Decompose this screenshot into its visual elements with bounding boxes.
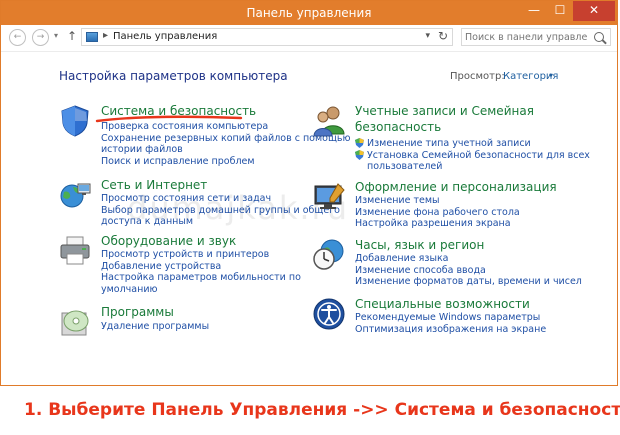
accessibility-icon[interactable]: [312, 297, 346, 331]
search-box[interactable]: [461, 28, 611, 46]
up-arrow-icon[interactable]: ↑: [67, 29, 77, 43]
title-bar[interactable]: Панель управления — ☐ ✕: [1, 1, 617, 25]
breadcrumb-separator-icon[interactable]: ▸: [103, 30, 108, 41]
link-mobility-settings-cont[interactable]: умолчанию: [101, 284, 158, 295]
link-file-history-backup-cont[interactable]: истории файлов: [101, 144, 183, 155]
uac-shield-icon: [355, 150, 364, 160]
close-button[interactable]: ✕: [573, 1, 615, 21]
page-heading: Настройка параметров компьютера: [59, 69, 288, 83]
link-change-background[interactable]: Изменение фона рабочего стола: [355, 207, 520, 218]
link-change-input-method[interactable]: Изменение способа ввода: [355, 265, 486, 276]
category-accounts-title-cont[interactable]: безопасность: [355, 120, 441, 134]
clock-globe-icon[interactable]: [312, 238, 346, 272]
category-appearance-title[interactable]: Оформление и персонализация: [355, 180, 557, 194]
network-globe-icon[interactable]: [58, 178, 92, 212]
back-arrow-icon[interactable]: ←: [9, 29, 26, 46]
category-ease-title[interactable]: Специальные возможности: [355, 297, 530, 311]
monitor-paint-icon[interactable]: [312, 180, 346, 214]
link-change-account-type[interactable]: Изменение типа учетной записи: [367, 138, 531, 149]
link-screen-resolution[interactable]: Настройка разрешения экрана: [355, 218, 511, 229]
link-homegroup-settings-cont[interactable]: доступа к данным: [101, 216, 193, 227]
category-accounts-title[interactable]: Учетные записи и Семейная: [355, 104, 534, 118]
link-optimize-display[interactable]: Оптимизация изображения на экране: [355, 324, 546, 335]
instruction-caption: 1. Выберите Панель Управления ->> Систем…: [24, 400, 620, 420]
maximize-button[interactable]: ☐: [547, 1, 573, 21]
search-icon[interactable]: [594, 32, 604, 42]
recent-locations-icon[interactable]: ▾: [54, 31, 58, 40]
link-mobility-settings[interactable]: Настройка параметров мобильности по: [101, 272, 301, 283]
category-hardware-title[interactable]: Оборудование и звук: [101, 234, 236, 248]
view-by-caret-icon[interactable]: ▾: [549, 71, 553, 80]
minimize-button[interactable]: —: [521, 1, 547, 21]
link-family-safety[interactable]: Установка Семейной безопасности для всех: [367, 150, 590, 161]
breadcrumb-control-panel[interactable]: Панель управления: [113, 31, 217, 42]
link-family-safety-cont[interactable]: пользователей: [367, 161, 442, 172]
link-network-status[interactable]: Просмотр состояния сети и задач: [101, 193, 271, 204]
category-clock-title[interactable]: Часы, язык и регион: [355, 238, 484, 252]
search-input[interactable]: [465, 30, 587, 44]
link-recommended-settings[interactable]: Рекомендуемые Windows параметры: [355, 312, 540, 323]
address-field[interactable]: ▸ Панель управления ▾ ↻: [81, 28, 453, 46]
programs-disc-icon[interactable]: [58, 305, 92, 339]
category-programs-title[interactable]: Программы: [101, 305, 174, 319]
uac-shield-icon: [355, 138, 364, 148]
link-change-theme[interactable]: Изменение темы: [355, 195, 440, 206]
printer-icon[interactable]: [58, 234, 92, 268]
link-find-fix-problems[interactable]: Поиск и исправление проблем: [101, 156, 255, 167]
link-uninstall-program[interactable]: Удаление программы: [101, 321, 209, 332]
forward-arrow-icon[interactable]: →: [32, 29, 49, 46]
shield-icon[interactable]: [58, 104, 92, 138]
address-dropdown-icon[interactable]: ▾: [425, 31, 430, 41]
control-panel-window: Панель управления — ☐ ✕ ← → ▾ ↑ ▸ Панель…: [0, 0, 618, 386]
link-homegroup-settings[interactable]: Выбор параметров домашней группы и общег…: [101, 205, 340, 216]
link-add-device[interactable]: Добавление устройства: [101, 261, 221, 272]
view-by-label: Просмотр:: [450, 71, 505, 82]
control-panel-icon: [86, 32, 98, 42]
link-add-language[interactable]: Добавление языка: [355, 253, 449, 264]
refresh-icon[interactable]: ↻: [438, 29, 448, 43]
users-icon[interactable]: [312, 104, 346, 138]
link-change-formats[interactable]: Изменение форматов даты, времени и чисел: [355, 276, 582, 287]
category-network-title[interactable]: Сеть и Интернет: [101, 178, 207, 192]
highlight-underline: [95, 115, 243, 123]
link-devices-printers[interactable]: Просмотр устройств и принтеров: [101, 249, 269, 260]
address-bar-row: ← → ▾ ↑ ▸ Панель управления ▾ ↻: [1, 25, 617, 52]
